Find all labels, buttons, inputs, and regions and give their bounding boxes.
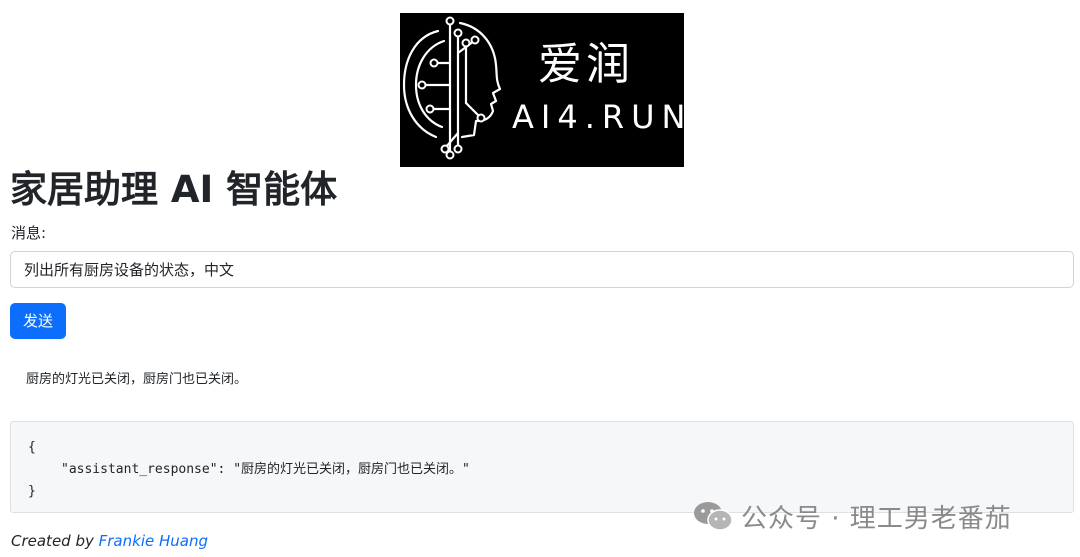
logo-english-text: AI4.RUN (512, 98, 693, 136)
footer-created-by: Created by (11, 532, 99, 550)
wechat-icon (694, 502, 733, 531)
ai-head-logo-icon (402, 16, 502, 160)
page: 爱润 AI4.RUN 家居助理 AI 智能体 消息: 发送 厨房的灯光已关闭，厨… (0, 0, 1080, 557)
assistant-response-text: 厨房的灯光已关闭，厨房门也已关闭。 (26, 372, 248, 387)
send-button[interactable]: 发送 (10, 303, 66, 339)
json-separator: : (217, 462, 234, 477)
watermark-text: 公众号 · 理工男老番茄 (741, 503, 1012, 534)
json-key: "assistant_response" (61, 462, 218, 477)
watermark: 公众号 · 理工男老番茄 (693, 498, 1012, 534)
brand-logo: 爱润 AI4.RUN (400, 13, 685, 167)
logo-chinese-text: 爱润 (538, 39, 634, 90)
json-entry: "assistant_response": "厨房的灯光已关闭，厨房门也已关闭。… (28, 459, 1056, 481)
json-open-brace: { (28, 440, 36, 455)
json-value: "厨房的灯光已关闭，厨房门也已关闭。" (233, 462, 470, 477)
author-link[interactable]: Frankie Huang (99, 532, 208, 550)
page-title: 家居助理 AI 智能体 (10, 168, 338, 211)
message-input[interactable] (10, 251, 1074, 288)
footer-credit: Created by Frankie Huang (11, 531, 208, 551)
message-label: 消息: (11, 224, 47, 242)
